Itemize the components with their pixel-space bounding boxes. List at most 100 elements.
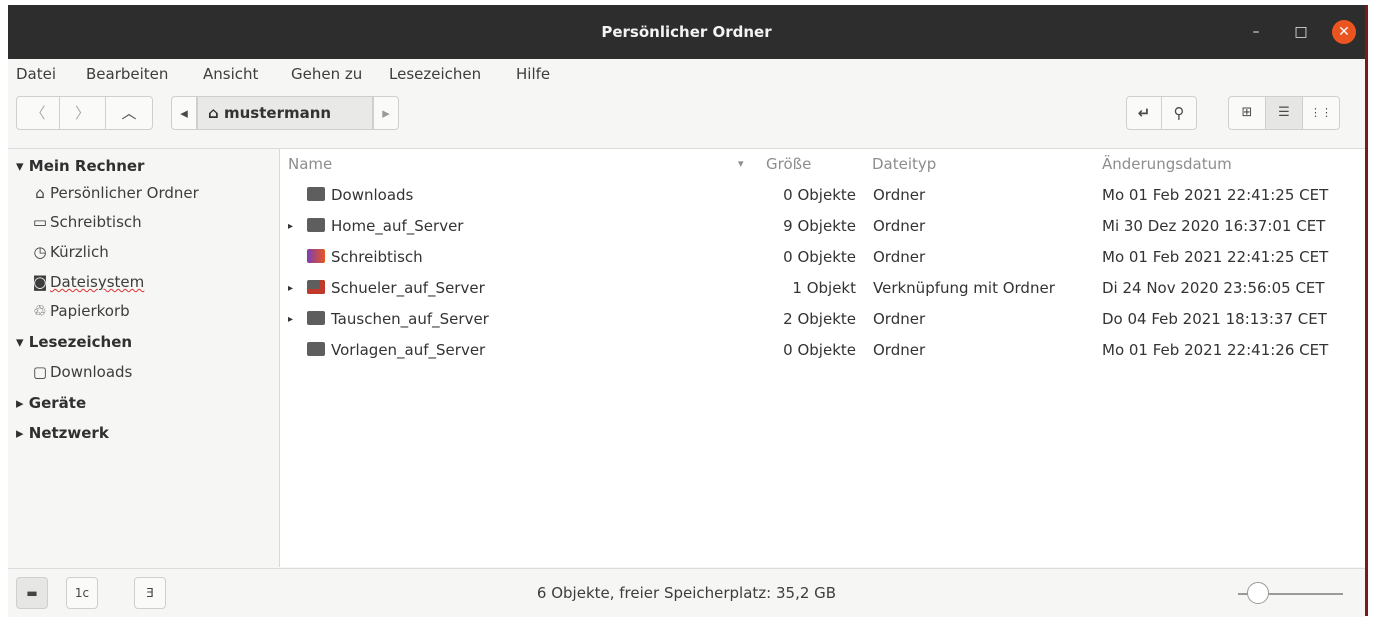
file-list: Name ▾ Größe Dateityp Änderungsdatum Dow… (280, 149, 1365, 567)
menu-datei[interactable]: Datei (16, 65, 56, 83)
sidebar-item-papierkorb[interactable]: ♲ Papierkorb (30, 298, 130, 324)
sidebar-item-label: Schreibtisch (50, 213, 142, 231)
row-expander-icon[interactable]: ▸ (288, 304, 300, 335)
sidebar-section-geraete[interactable]: ▸ Geräte (16, 390, 86, 416)
table-row[interactable]: ▸ Tauschen_auf_Server 2 Objekte Ordner D… (280, 304, 1365, 335)
sidebar-item-schreibtisch[interactable]: ▭ Schreibtisch (30, 209, 142, 235)
file-name-cell: Tauschen_auf_Server (307, 304, 489, 335)
sidebar-item-persoenlicher-ordner[interactable]: ⌂ Persönlicher Ordner (30, 180, 199, 206)
file-name-cell: Home_auf_Server (307, 211, 463, 242)
minimize-button[interactable]: – (1241, 17, 1271, 47)
table-row[interactable]: ▸ Home_auf_Server 9 Objekte Ordner Mi 30… (280, 211, 1365, 242)
table-row[interactable]: Downloads 0 Objekte Ordner Mo 01 Feb 202… (280, 180, 1365, 211)
desktop-folder-icon (307, 249, 325, 263)
file-name: Home_auf_Server (331, 217, 464, 235)
forward-button[interactable]: 〉 (59, 96, 106, 130)
menu-lesezeichen[interactable]: Lesezeichen (389, 65, 481, 83)
desktop-icon: ▭ (32, 213, 48, 231)
recent-clock-icon: ◷ (33, 243, 47, 261)
grid-view-button[interactable]: ⊞ (1228, 96, 1266, 130)
expander-icon: ▸ (16, 424, 24, 442)
file-modified: Mo 01 Feb 2021 22:41:25 CET (1102, 248, 1329, 266)
sidebar-section-label: Lesezeichen (28, 333, 133, 351)
table-row[interactable]: Vorlagen_auf_Server 0 Objekte Ordner Mo … (280, 335, 1365, 366)
column-header-name[interactable]: Name ▾ (288, 149, 750, 179)
column-header-type[interactable]: Dateityp (872, 149, 936, 179)
sidebar-item-label: Persönlicher Ordner (50, 184, 199, 202)
file-size: 9 Objekte (783, 217, 856, 235)
sidebar-item-label: Downloads (50, 363, 133, 381)
path-scroll-right-button[interactable]: ▸ (373, 96, 399, 130)
row-expander-icon[interactable]: ▸ (288, 273, 300, 304)
maximize-button[interactable]: □ (1286, 17, 1316, 47)
sidebar-item-dateisystem[interactable]: ◙ Dateisystem (30, 269, 145, 295)
status-bar: 6 Objekte, freier Speicherplatz: 35,2 GB… (8, 568, 1365, 617)
path-crumb-home[interactable]: ⌂ mustermann (197, 96, 373, 130)
sidebar-section-label: Mein Rechner (28, 157, 145, 175)
column-header-size[interactable]: Größe (766, 149, 811, 179)
file-name-cell: Schreibtisch (307, 242, 423, 273)
table-row[interactable]: Schreibtisch 0 Objekte Ordner Mo 01 Feb … (280, 242, 1365, 273)
toolbar: 〈 〉 ︿ ◂ ⌂ mustermann ▸ ↵ ⚲ ⊞ ☰ ⋮⋮ (8, 90, 1365, 149)
sidebar-section-mein-rechner[interactable]: ▾ Mein Rechner (16, 153, 144, 179)
show-places-button[interactable]: ▬ (16, 577, 48, 609)
symlink-folder-icon (307, 280, 325, 294)
folder-icon (307, 342, 325, 356)
home-icon: ⌂ (208, 104, 219, 122)
title-bar[interactable]: Persönlicher Ordner – □ ✕ (8, 5, 1365, 59)
open-terminal-button[interactable]: ↵ (1126, 96, 1162, 130)
path-scroll-left-button[interactable]: ◂ (171, 96, 197, 130)
file-manager-window: Datei Bearbeiten Ansicht Gehen zu Leseze… (8, 59, 1365, 617)
sidebar-item-label: Papierkorb (50, 302, 130, 320)
file-modified: Mi 30 Dez 2020 16:37:01 CET (1102, 217, 1326, 235)
home-icon: ⌂ (35, 184, 45, 202)
toggle-terminal-button[interactable]: Ǝ (134, 577, 166, 609)
row-expander-icon[interactable] (288, 335, 300, 366)
row-expander-icon[interactable]: ▸ (288, 211, 300, 242)
sidebar-section-label: Netzwerk (28, 424, 109, 442)
menu-ansicht[interactable]: Ansicht (203, 65, 258, 83)
sidebar-item-downloads[interactable]: ▢ Downloads (30, 359, 132, 385)
file-type: Ordner (873, 341, 926, 359)
menu-gehen-zu[interactable]: Gehen zu (291, 65, 362, 83)
list-view-button[interactable]: ☰ (1265, 96, 1303, 130)
file-size: 0 Objekte (783, 186, 856, 204)
sidebar-item-kuerzlich[interactable]: ◷ Kürzlich (30, 239, 109, 265)
places-icon: ▬ (26, 586, 38, 600)
terminal-icon: Ǝ (146, 586, 154, 600)
sidebar-section-netzwerk[interactable]: ▸ Netzwerk (16, 420, 109, 446)
sidebar-item-label: Kürzlich (50, 243, 109, 261)
file-name-cell: Vorlagen_auf_Server (307, 335, 485, 366)
column-header-label: Name (288, 155, 333, 173)
treeview-icon: 1c (74, 586, 90, 600)
up-button[interactable]: ︿ (105, 96, 153, 130)
menu-hilfe[interactable]: Hilfe (516, 65, 550, 83)
column-header-modified[interactable]: Änderungsdatum (1102, 149, 1232, 179)
path-crumb-label: mustermann (223, 104, 332, 122)
file-name: Schreibtisch (331, 248, 423, 266)
file-size: 0 Objekte (783, 341, 856, 359)
file-modified: Mo 01 Feb 2021 22:41:25 CET (1102, 186, 1329, 204)
file-type: Ordner (873, 186, 926, 204)
folder-icon: ▢ (32, 363, 48, 381)
view-options-button[interactable]: ⋮⋮ (1302, 96, 1340, 130)
window-edge (1365, 5, 1368, 616)
sort-descending-icon: ▾ (738, 157, 744, 170)
table-row[interactable]: ▸ Schueler_auf_Server 1 Objekt Verknüpfu… (280, 273, 1365, 304)
sidebar-section-label: Geräte (28, 394, 87, 412)
file-type: Ordner (873, 217, 926, 235)
row-expander-icon[interactable] (288, 180, 300, 211)
show-treeview-button[interactable]: 1c (66, 577, 98, 609)
back-button[interactable]: 〈 (16, 96, 60, 130)
expander-icon: ▸ (16, 394, 24, 412)
file-name: Schueler_auf_Server (331, 279, 485, 297)
search-button[interactable]: ⚲ (1161, 96, 1197, 130)
file-name-cell: Schueler_auf_Server (307, 273, 485, 304)
folder-icon (307, 218, 325, 232)
sidebar-section-lesezeichen[interactable]: ▾ Lesezeichen (16, 329, 132, 355)
row-expander-icon[interactable] (288, 242, 300, 273)
zoom-slider-handle[interactable] (1247, 582, 1269, 604)
close-button[interactable]: ✕ (1332, 20, 1356, 44)
expander-icon: ▾ (16, 333, 24, 351)
menu-bearbeiten[interactable]: Bearbeiten (86, 65, 168, 83)
